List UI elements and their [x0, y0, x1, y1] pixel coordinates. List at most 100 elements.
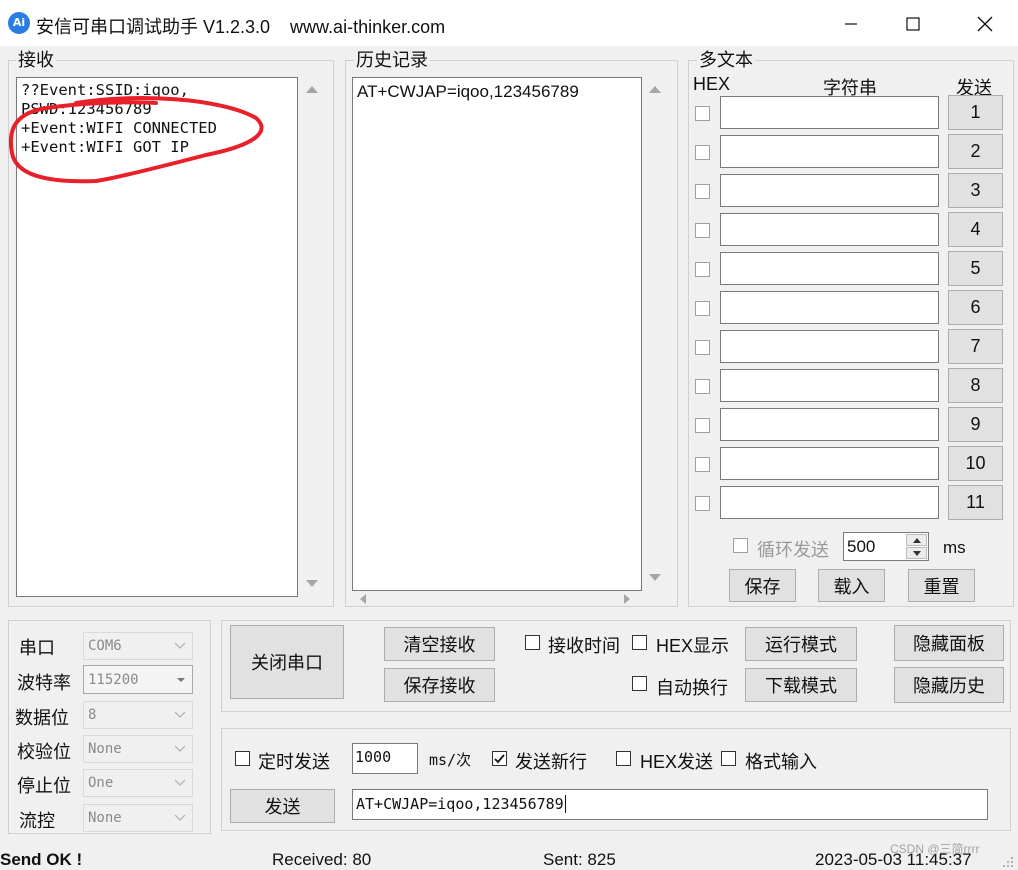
loop-send-checkbox[interactable] [733, 538, 748, 553]
scroll-up-icon[interactable] [306, 86, 318, 93]
run-mode-button[interactable]: 运行模式 [745, 627, 857, 661]
receive-time-checkbox[interactable] [525, 635, 540, 650]
scroll-down-icon[interactable] [649, 574, 661, 581]
multitext-send-button-11[interactable]: 11 [948, 485, 1003, 520]
auto-wrap-checkbox[interactable] [632, 676, 647, 691]
app-logo-icon: Ai [8, 12, 30, 34]
hide-history-button[interactable]: 隐藏历史 [894, 667, 1004, 703]
stepper-up-button[interactable] [906, 534, 927, 546]
send-input[interactable]: AT+CWJAP=iqoo,123456789 [352, 789, 988, 820]
format-input-checkbox[interactable] [721, 751, 736, 766]
hex-display-checkbox[interactable] [632, 635, 647, 650]
window-title: 安信可串口调试助手 V1.2.3.0 www.ai-thinker.com [36, 17, 446, 37]
multitext-string-input[interactable] [720, 408, 939, 441]
multitext-string-input[interactable] [720, 447, 939, 480]
stopbits-value: One [88, 775, 114, 791]
scroll-right-icon[interactable] [624, 594, 630, 604]
scroll-left-icon[interactable] [360, 594, 366, 604]
hex-display-label: HEX显示 [656, 636, 730, 656]
history-hscrollbar[interactable] [352, 592, 642, 606]
multitext-hex-checkbox[interactable] [695, 379, 710, 394]
multitext-hex-checkbox[interactable] [695, 301, 710, 316]
chevron-down-icon [174, 711, 186, 718]
multitext-load-button[interactable]: 载入 [818, 569, 885, 602]
multitext-reset-button[interactable]: 重置 [908, 569, 975, 602]
multitext-send-button-1[interactable]: 1 [948, 95, 1003, 130]
multitext-hex-checkbox[interactable] [695, 340, 710, 355]
hex-send-label: HEX发送 [640, 752, 714, 772]
multitext-string-input[interactable] [720, 252, 939, 285]
scroll-up-icon[interactable] [649, 86, 661, 93]
multitext-string-input[interactable] [720, 486, 939, 519]
watermark: CSDN @三简rrrr [890, 842, 980, 856]
parity-select[interactable]: None [83, 735, 193, 763]
minimize-icon [845, 23, 857, 25]
timed-send-label: 定时发送 [258, 752, 330, 772]
history-vscrollbar[interactable] [643, 77, 667, 591]
multitext-hex-checkbox[interactable] [695, 262, 710, 277]
baud-select[interactable]: 115200 [83, 665, 193, 694]
caret-down-icon [912, 550, 921, 556]
databits-select[interactable]: 8 [83, 701, 193, 729]
multitext-string-input[interactable] [720, 330, 939, 363]
flow-select[interactable]: None [83, 804, 193, 832]
close-port-button[interactable]: 关闭串口 [230, 625, 344, 699]
multitext-save-button[interactable]: 保存 [729, 569, 796, 602]
save-receive-button[interactable]: 保存接收 [384, 668, 495, 702]
history-item[interactable]: AT+CWJAP=iqoo,123456789 [357, 82, 579, 102]
caret-up-icon [912, 537, 921, 543]
minimize-button[interactable] [828, 6, 874, 42]
multitext-send-button-3[interactable]: 3 [948, 173, 1003, 208]
history-list[interactable]: AT+CWJAP=iqoo,123456789 [352, 77, 642, 591]
chevron-down-icon [174, 745, 186, 752]
stopbits-select[interactable]: One [83, 769, 193, 797]
multitext-hex-checkbox[interactable] [695, 496, 710, 511]
close-button[interactable] [962, 6, 1008, 42]
parity-label: 校验位 [17, 742, 71, 762]
download-mode-button[interactable]: 下载模式 [745, 668, 857, 702]
multitext-send-button-8[interactable]: 8 [948, 368, 1003, 403]
multitext-hex-checkbox[interactable] [695, 223, 710, 238]
receive-scrollbar[interactable] [300, 77, 324, 597]
multitext-hex-checkbox[interactable] [695, 184, 710, 199]
parity-value: None [88, 741, 122, 757]
send-newline-checkbox[interactable] [492, 751, 507, 766]
sent-count: Sent: 825 [543, 850, 616, 869]
multitext-hex-checkbox[interactable] [695, 457, 710, 472]
loop-interval-stepper[interactable]: 500 [843, 532, 929, 561]
hex-column-header: HEX [693, 74, 731, 94]
multitext-send-button-9[interactable]: 9 [948, 407, 1003, 442]
multitext-string-input[interactable] [720, 96, 939, 129]
multitext-string-input[interactable] [720, 174, 939, 207]
clear-receive-button[interactable]: 清空接收 [384, 627, 495, 661]
multitext-hex-checkbox[interactable] [695, 145, 710, 160]
multitext-send-button-4[interactable]: 4 [948, 212, 1003, 247]
databits-value: 8 [88, 707, 97, 723]
timed-send-checkbox[interactable] [235, 751, 250, 766]
multitext-send-button-10[interactable]: 10 [948, 446, 1003, 481]
status-bar: Send OK ! Received: 80 Sent: 825 2023-05… [0, 842, 1018, 870]
resize-grip-icon[interactable] [1002, 856, 1014, 868]
hide-panel-button[interactable]: 隐藏面板 [894, 625, 1004, 661]
send-interval-input[interactable]: 1000 [352, 743, 418, 774]
multitext-string-input[interactable] [720, 135, 939, 168]
multitext-hex-checkbox[interactable] [695, 418, 710, 433]
multitext-send-button-5[interactable]: 5 [948, 251, 1003, 286]
send-newline-label: 发送新行 [515, 752, 587, 772]
multitext-send-button-7[interactable]: 7 [948, 329, 1003, 364]
multitext-send-button-2[interactable]: 2 [948, 134, 1003, 169]
dropdown-arrow-icon [177, 678, 185, 682]
stepper-down-button[interactable] [906, 547, 927, 559]
hex-send-checkbox[interactable] [616, 751, 631, 766]
multitext-string-input[interactable] [720, 213, 939, 246]
received-count: Received: 80 [272, 850, 372, 869]
send-button[interactable]: 发送 [230, 789, 335, 823]
chevron-down-icon [174, 642, 186, 649]
multitext-string-input[interactable] [720, 291, 939, 324]
multitext-send-button-6[interactable]: 6 [948, 290, 1003, 325]
maximize-button[interactable] [890, 6, 936, 42]
multitext-string-input[interactable] [720, 369, 939, 402]
multitext-hex-checkbox[interactable] [695, 106, 710, 121]
port-select[interactable]: COM6 [83, 632, 193, 660]
scroll-down-icon[interactable] [306, 580, 318, 587]
